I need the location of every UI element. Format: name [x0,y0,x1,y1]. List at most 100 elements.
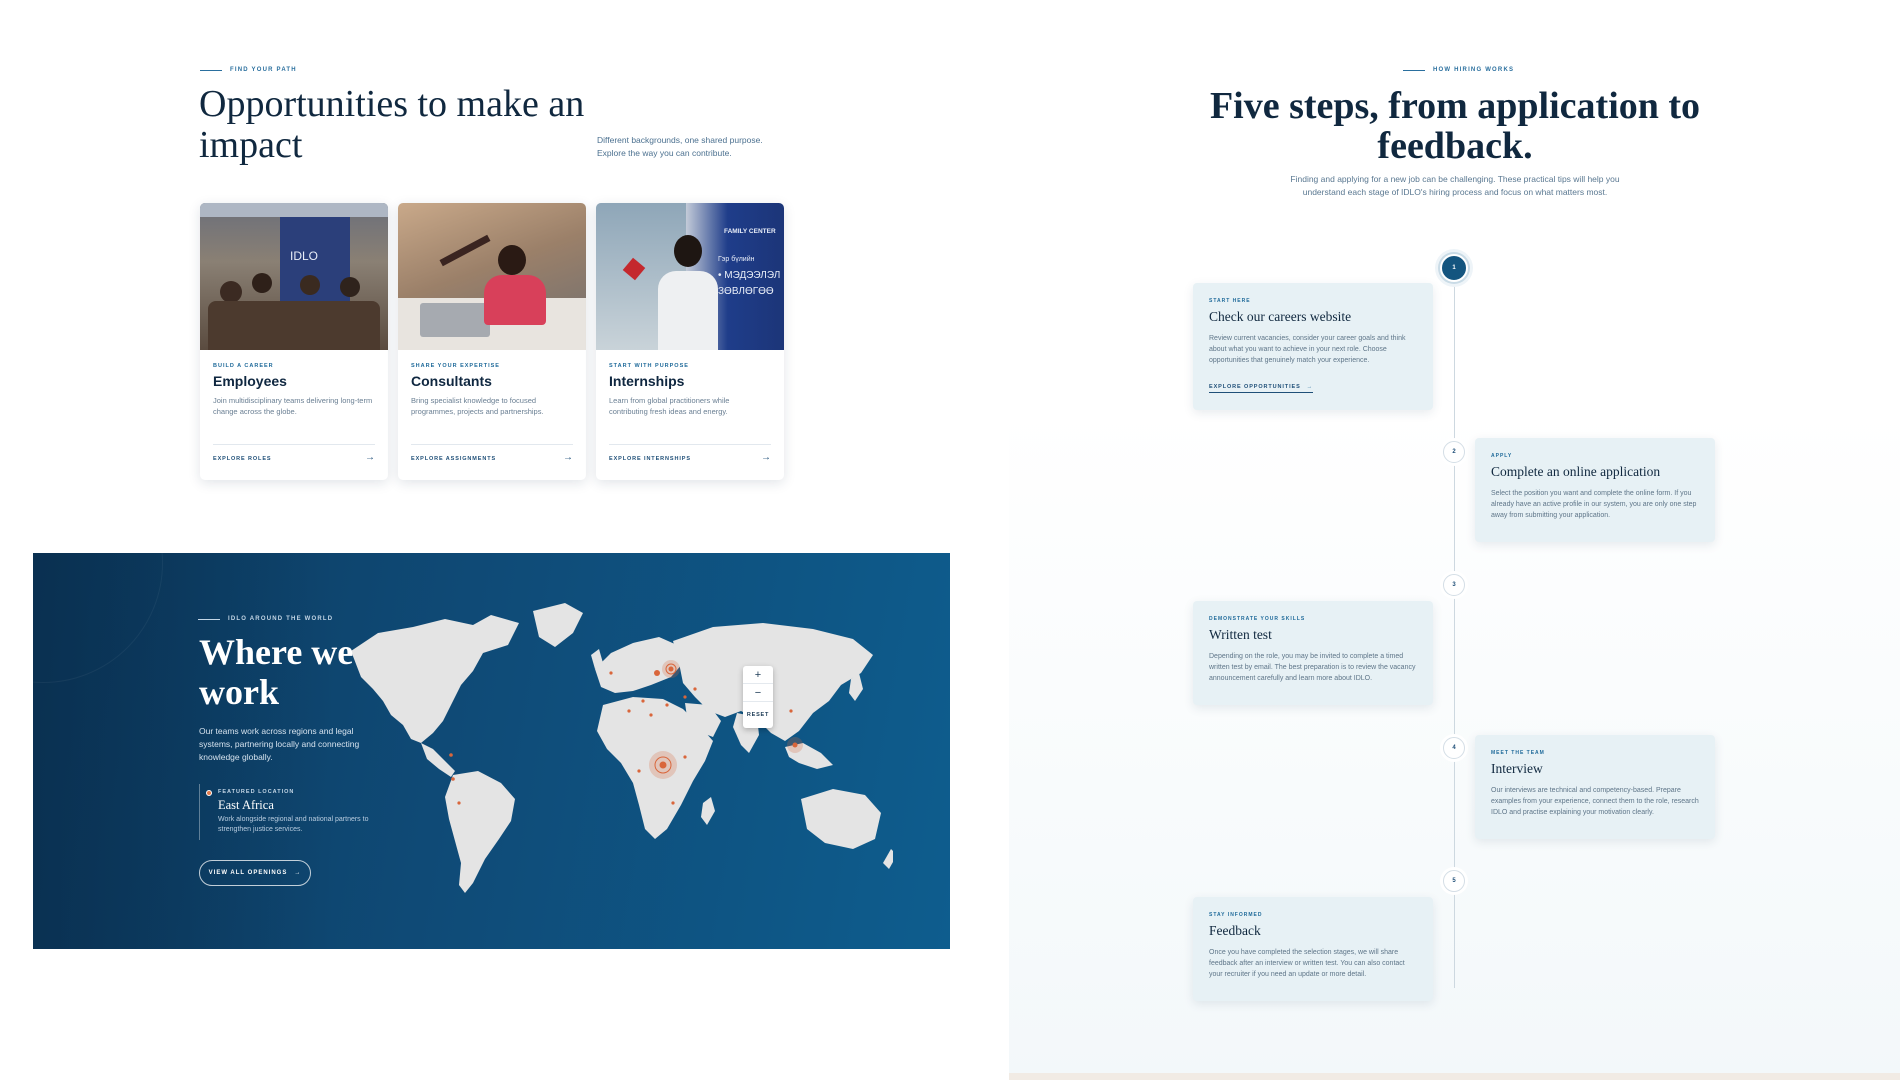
card-divider [213,444,375,445]
person-head [674,235,702,267]
eyebrow-rule [198,618,220,620]
featured-location-marker[interactable] [659,761,667,769]
south-america [445,771,515,893]
opportunities-eyebrow: FIND YOUR PATH [200,67,297,73]
australia [801,789,881,849]
step-title: Interview [1491,761,1543,776]
consultants-photo [398,203,586,350]
step-description: Depending on the role, you may be invite… [1209,653,1416,682]
opportunities-subtitle: Different backgrounds, one shared purpos… [597,135,763,158]
arrow-right-icon: → [294,870,302,876]
step-card-3[interactable]: DEMONSTRATE YOUR SKILLS Written test Dep… [1193,601,1433,705]
step-description: Our interviews are technical and compete… [1491,787,1699,816]
link-label: EXPLORE OPPORTUNITIES [1209,384,1301,390]
location-marker[interactable] [683,755,687,759]
internships-photo: FAMILY CENTER Гэр бүлийн • МЭДЭЭЛЭЛ ЗӨВЛ… [596,203,784,350]
featured-location[interactable]: FEATURED LOCATION East Africa Work along… [199,784,379,840]
explore-assignments-link[interactable]: EXPLORE ASSIGNMENTS [411,456,496,462]
card-internships[interactable]: FAMILY CENTER Гэр бүлийн • МЭДЭЭЛЭЛ ЗӨВЛ… [596,203,784,480]
map-eyebrow: IDLO AROUND THE WORLD [198,616,333,622]
card-eyebrow: SHARE YOUR EXPERTISE [411,363,500,369]
location-marker[interactable] [683,695,687,699]
zoom-out-button[interactable]: − [743,684,773,702]
map-zoom-controls: + − RESET [743,666,773,728]
step-description: Select the position you want and complet… [1491,490,1697,519]
person-head [252,273,272,293]
featured-location-description: Work alongside regional and national par… [218,816,369,833]
location-marker[interactable] [792,742,798,748]
view-all-openings-button[interactable]: VIEW ALL OPENINGS → [199,860,311,886]
step-3-node[interactable]: 3 [1443,574,1465,596]
step-title: Written test [1209,627,1272,642]
location-pin-icon [206,790,212,796]
step-card-2[interactable]: APPLY Complete an online application Sel… [1475,438,1715,542]
laptop [420,303,490,337]
person-body [658,271,718,350]
arrow-right-icon: → [1306,384,1314,390]
step-title: Check our careers website [1209,309,1352,324]
step-2-node[interactable]: 2 [1443,441,1465,463]
greenland [533,603,583,647]
banner-logo-text: IDLO [290,249,319,263]
step-description: Once you have completed the selection st… [1209,949,1405,978]
location-marker[interactable] [609,671,613,675]
footer-edge [1009,1073,1900,1080]
card-divider [609,444,771,445]
location-marker[interactable] [671,801,675,805]
arrow-right-icon[interactable]: → [563,452,573,463]
step-eyebrow: MEET THE TEAM [1491,750,1545,756]
step-card-4[interactable]: MEET THE TEAM Interview Our interviews a… [1475,735,1715,839]
eyebrow-rule [1403,69,1425,71]
screen-top [200,203,388,217]
step-description: Review current vacancies, consider your … [1209,335,1406,364]
card-description: Bring specialist knowledge to focused pr… [411,396,544,416]
card-consultants[interactable]: SHARE YOUR EXPERTISE Consultants Bring s… [398,203,586,480]
eyebrow-label: HOW HIRING WORKS [1433,67,1515,73]
card-divider [411,444,573,445]
world-map[interactable] [333,593,893,913]
employees-photo: IDLO [200,203,388,350]
location-marker[interactable] [789,709,793,713]
banner-heading: FAMILY CENTER [724,228,776,235]
eyebrow-label: IDLO AROUND THE WORLD [228,616,334,622]
location-marker[interactable] [665,703,669,707]
location-marker[interactable] [693,687,697,691]
card-employees[interactable]: IDLO BUILD A CAREER Employees Join multi… [200,203,388,480]
card-title: Internships [609,373,685,389]
location-marker[interactable] [451,777,455,781]
explore-roles-link[interactable]: EXPLORE ROLES [213,456,271,462]
map-reset-button[interactable]: RESET [743,702,773,728]
arrow-right-icon[interactable]: → [761,452,771,463]
step-5-node[interactable]: 5 [1443,870,1465,892]
location-marker[interactable] [637,769,641,773]
person-body [484,275,546,325]
person-head [498,245,526,275]
central-america [421,743,455,777]
location-marker[interactable] [449,753,453,757]
new-zealand [883,849,893,869]
step-1-node[interactable]: 1 [1440,254,1468,282]
step-card-1[interactable]: START HERE Check our careers website Rev… [1193,283,1433,410]
location-marker[interactable] [654,670,660,676]
location-marker[interactable] [668,666,674,672]
banner-sign-line: ЗӨВЛӨГӨӨ [718,286,774,297]
arrow-right-icon[interactable]: → [365,452,375,463]
banner-sign-line: Гэр бүлийн [718,256,755,263]
continents [351,603,893,893]
location-marker[interactable] [457,801,461,805]
card-eyebrow: BUILD A CAREER [213,363,274,369]
location-marker[interactable] [641,699,645,703]
where-we-work-panel: IDLO AROUND THE WORLD Where we work Our … [33,553,950,949]
zoom-in-button[interactable]: + [743,666,773,684]
step-card-5[interactable]: STAY INFORMED Feedback Once you have com… [1193,897,1433,1001]
step-eyebrow: START HERE [1209,298,1251,304]
location-marker[interactable] [627,709,631,713]
location-marker[interactable] [649,713,653,717]
step-eyebrow: APPLY [1491,453,1513,459]
step-4-node[interactable]: 4 [1443,737,1465,759]
explore-opportunities-link[interactable]: EXPLORE OPPORTUNITIES → [1209,384,1314,393]
step-eyebrow: DEMONSTRATE YOUR SKILLS [1209,616,1306,622]
featured-location-label: FEATURED LOCATION [218,789,295,795]
explore-internships-link[interactable]: EXPLORE INTERNSHIPS [609,456,691,462]
pointing-arm [439,234,491,267]
